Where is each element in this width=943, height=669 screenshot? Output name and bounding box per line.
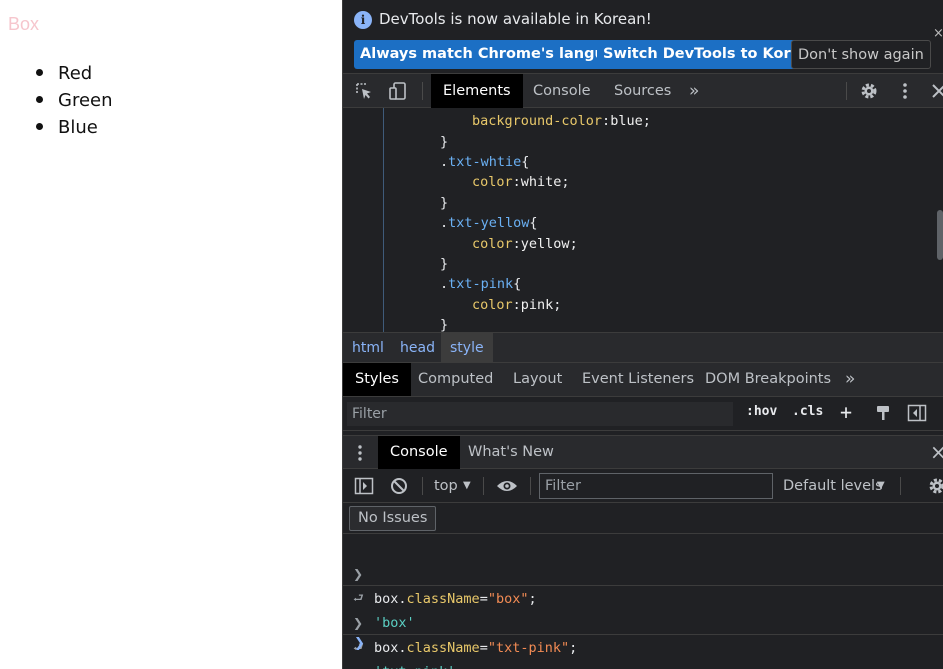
code-line: }	[440, 134, 449, 150]
code-line: }	[440, 195, 449, 211]
code-line: color:white;	[472, 174, 570, 190]
tab-styles[interactable]: Styles	[343, 363, 411, 396]
log-levels-dropdown[interactable]: Default levels	[783, 469, 883, 503]
code-line: }	[440, 256, 449, 272]
cls-toggle[interactable]: .cls	[792, 404, 823, 419]
breadcrumb: html head style	[343, 332, 943, 363]
context-selector[interactable]: top	[434, 469, 458, 503]
separator	[900, 477, 901, 495]
tab-computed[interactable]: Computed	[406, 363, 505, 396]
console-input-line[interactable]: ❯ box.className="txt-pink";	[343, 586, 943, 656]
color-list: Red Green Blue	[36, 60, 113, 141]
levels-dropdown-icon[interactable]: ▼	[877, 469, 885, 503]
separator	[422, 82, 423, 100]
tab-console[interactable]: Console	[521, 74, 603, 108]
toggle-sidebar-icon[interactable]	[907, 404, 927, 422]
new-style-rule-button[interactable]: +	[840, 400, 852, 424]
breadcrumb-html[interactable]: html	[343, 333, 393, 363]
separator	[846, 82, 847, 100]
separator	[483, 477, 484, 495]
tab-event-listeners[interactable]: Event Listeners	[570, 363, 706, 396]
console-output-line: ⮐ 'box'	[343, 561, 943, 631]
list-item: Red	[36, 60, 113, 87]
page-title: Box	[8, 14, 40, 34]
dont-show-again-button[interactable]: Don't show again	[791, 40, 931, 69]
code-line: .txt-yellow{	[440, 215, 538, 231]
tab-sources[interactable]: Sources	[602, 74, 683, 108]
infobar-close-button[interactable]: ×	[933, 26, 943, 41]
separator	[422, 477, 423, 495]
styles-filter-input[interactable]: Filter	[347, 402, 733, 426]
context-dropdown-icon[interactable]: ▼	[463, 469, 471, 503]
breadcrumb-style[interactable]: style	[441, 333, 493, 363]
console-settings-gear-icon[interactable]	[928, 477, 943, 495]
console-filter-input[interactable]: Filter	[539, 473, 773, 499]
code-line: .txt-pink{	[440, 276, 522, 292]
code-line: color:pink;	[472, 297, 562, 313]
rendered-page: Box Red Green Blue	[0, 0, 342, 669]
scrollbar-thumb[interactable]	[937, 210, 943, 260]
eye-icon[interactable]	[496, 478, 518, 494]
drawer-menu-icon[interactable]	[357, 444, 363, 462]
code-line: }	[440, 317, 449, 332]
drawer-tab-whats-new[interactable]: What's New	[456, 436, 566, 469]
list-item: Blue	[36, 114, 113, 141]
tab-dom-breakpoints[interactable]: DOM Breakpoints	[693, 363, 843, 396]
close-devtools-icon[interactable]	[929, 81, 943, 101]
code-line: color:yellow;	[472, 236, 578, 252]
console-prompt-icon[interactable]: ❯	[354, 636, 365, 651]
separator	[530, 477, 531, 495]
clear-console-icon[interactable]	[390, 477, 408, 495]
drawer-tab-console[interactable]: Console	[378, 436, 460, 469]
console-input-line[interactable]: ❯ box.className="box";	[343, 537, 943, 607]
tab-layout[interactable]: Layout	[501, 363, 574, 396]
indent-guide	[383, 108, 384, 332]
list-item: Green	[36, 87, 113, 114]
more-tabs-button[interactable]: »	[677, 74, 711, 108]
paint-brush-icon[interactable]	[874, 404, 892, 422]
console-toolbar: top ▼ Filter Default levels ▼	[343, 469, 943, 503]
more-options-icon[interactable]	[895, 81, 915, 101]
gear-icon[interactable]	[859, 81, 879, 101]
issues-row: No Issues	[343, 503, 943, 534]
drawer-tabbar: Console What's New ×	[343, 435, 943, 469]
language-infobar: i DevTools is now available in Korean! ×…	[343, 0, 943, 74]
breadcrumb-head[interactable]: head	[391, 333, 444, 363]
console-output-line: ⮐ 'txt-pink'	[343, 610, 943, 669]
device-toolbar-icon[interactable]	[388, 81, 408, 101]
devtools-panel: i DevTools is now available in Korean! ×…	[342, 0, 943, 669]
info-icon: i	[354, 11, 372, 29]
more-subtabs-button[interactable]: »	[833, 363, 867, 396]
tab-elements[interactable]: Elements	[431, 74, 523, 108]
separator	[343, 634, 943, 635]
no-issues-button[interactable]: No Issues	[349, 506, 437, 531]
show-sidebar-icon[interactable]	[354, 477, 374, 495]
hov-toggle[interactable]: :hov	[746, 404, 777, 419]
elements-source-view[interactable]: background-color:blue; } .txt-whtie{ col…	[343, 108, 943, 332]
styles-filter-bar: Filter :hov .cls +	[343, 397, 943, 431]
code-line-cut	[440, 108, 456, 116]
inspect-element-icon[interactable]	[354, 81, 374, 101]
close-drawer-button[interactable]: ×	[930, 440, 943, 464]
main-tabbar: Elements Console Sources »	[343, 74, 943, 108]
sidebar-tabbar: Styles Computed Layout Event Listeners D…	[343, 363, 943, 397]
code-line: .txt-whtie{	[440, 154, 530, 170]
code-line: background-color:blue;	[472, 113, 651, 129]
infobar-message: DevTools is now available in Korean!	[379, 10, 652, 28]
